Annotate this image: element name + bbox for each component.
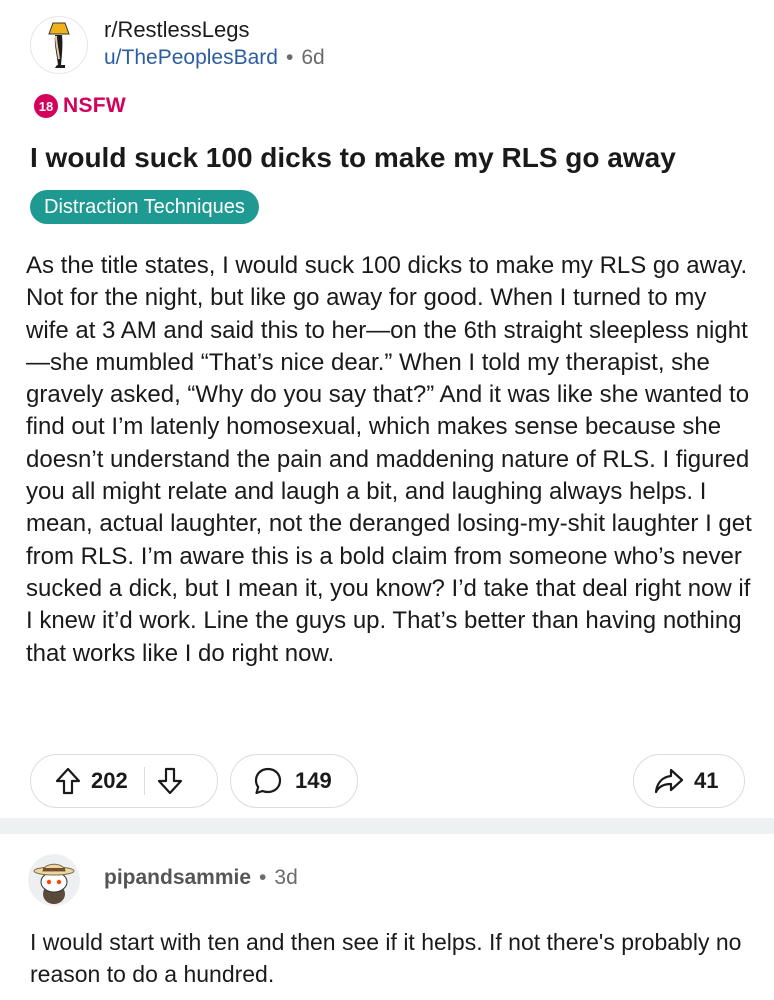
share-count: 41	[694, 768, 719, 793]
post-title[interactable]: I would suck 100 dicks to make my RLS go…	[30, 140, 750, 176]
subreddit-name[interactable]: r/RestlessLegs	[104, 16, 325, 44]
vote-control: 202	[30, 754, 218, 808]
snoo-cowboy-hat-icon	[28, 854, 80, 906]
nsfw-tag: 18 NSFW	[34, 94, 126, 118]
comments-button[interactable]: 149	[230, 754, 358, 808]
comment-bubble-icon	[254, 767, 282, 795]
section-divider	[0, 818, 774, 834]
post-body: As the title states, I would suck 100 di…	[26, 252, 752, 667]
comment-meta: pipandsammie • 3d	[104, 866, 298, 890]
downvote-button[interactable]	[157, 767, 183, 795]
upvote-arrow-icon	[55, 767, 81, 795]
post-flair[interactable]: Distraction Techniques	[30, 190, 259, 224]
comment-count: 149	[295, 768, 332, 793]
comment-author[interactable]: pipandsammie	[104, 866, 251, 889]
leg-lamp-icon	[48, 22, 70, 68]
nsfw-18-badge: 18	[34, 94, 58, 118]
nsfw-label: NSFW	[63, 94, 127, 117]
post-meta: r/RestlessLegs u/ThePeoplesBard • 6d	[104, 16, 325, 72]
upvote-button[interactable]	[55, 767, 81, 795]
comment-meta-separator: •	[259, 866, 267, 889]
downvote-arrow-icon	[157, 767, 182, 795]
meta-separator: •	[285, 46, 294, 69]
post-actions: 202 149 41	[30, 754, 745, 810]
share-button[interactable]: 41	[633, 754, 745, 808]
author-name[interactable]: u/ThePeoplesBard	[104, 46, 278, 69]
comment: pipandsammie • 3d I would start with ten a…	[0, 834, 774, 1000]
vote-count: 202	[91, 768, 128, 793]
share-arrow-icon	[654, 768, 684, 794]
post-age: 6d	[301, 46, 325, 69]
comment-age: 3d	[274, 866, 298, 889]
comment-body: I would start with ten and then see if i…	[30, 929, 742, 987]
comment-avatar[interactable]	[28, 854, 80, 906]
vote-divider	[143, 767, 145, 795]
post-header: r/RestlessLegs u/ThePeoplesBard • 6d	[30, 14, 730, 74]
subreddit-avatar[interactable]	[30, 16, 88, 74]
